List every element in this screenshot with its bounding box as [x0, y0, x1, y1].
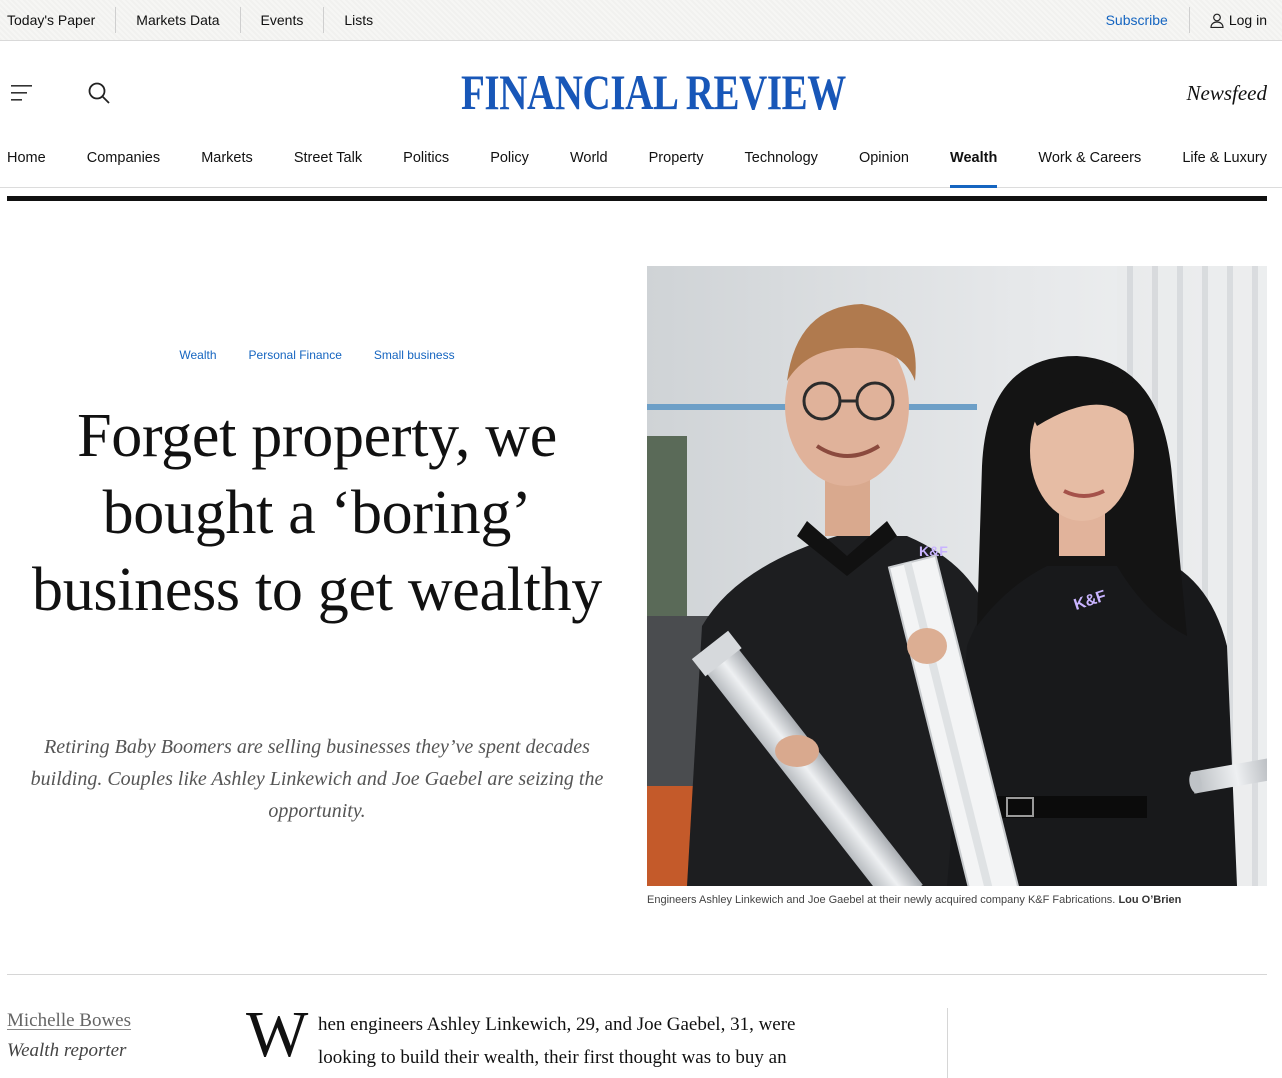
body-line: looking to build their wealth, their fir…	[318, 1047, 787, 1068]
login-button[interactable]: Log in	[1190, 12, 1267, 28]
events-link[interactable]: Events	[241, 7, 325, 33]
nav-item-property[interactable]: Property	[649, 145, 704, 188]
main-nav: Home Companies Markets Street Talk Polit…	[0, 145, 1282, 188]
article-headline: Forget property, we bought a ‘boring’ bu…	[32, 402, 602, 624]
article-body: hen engineers Ashley Linkewich, 29, and …	[318, 1008, 838, 1074]
drop-cap: W	[246, 998, 309, 1071]
sidebar-divider	[947, 1008, 948, 1078]
image-caption: Engineers Ashley Linkewich and Joe Gaebe…	[647, 894, 1267, 906]
nav-item-work-careers[interactable]: Work & Careers	[1038, 145, 1141, 188]
nav-item-technology[interactable]: Technology	[745, 145, 818, 188]
body-line: hen engineers Ashley Linkewich, 29, and …	[318, 1014, 796, 1035]
masthead: FINANCIAL REVIEW Newsfeed	[0, 41, 1282, 145]
article-tags: Wealth Personal Finance Small business	[0, 348, 634, 362]
login-label: Log in	[1228, 12, 1267, 28]
hero-photo-illustration: K&F K&F	[647, 266, 1267, 886]
tag-personal-finance[interactable]: Personal Finance	[249, 348, 342, 362]
todays-paper-link[interactable]: Today's Paper	[7, 7, 117, 33]
hero-image[interactable]: K&F K&F	[647, 266, 1267, 886]
subscribe-link[interactable]: Subscribe	[1106, 7, 1190, 33]
nav-item-policy[interactable]: Policy	[490, 145, 529, 188]
utility-bar: Today's Paper Markets Data Events Lists …	[0, 0, 1282, 41]
account-area: Subscribe Log in	[1106, 0, 1267, 40]
lists-link[interactable]: Lists	[324, 7, 393, 33]
nav-item-opinion[interactable]: Opinion	[859, 145, 909, 188]
author-role: Wealth reporter	[7, 1040, 127, 1061]
nav-item-wealth[interactable]: Wealth	[950, 145, 998, 188]
tag-wealth[interactable]: Wealth	[179, 348, 216, 362]
user-icon	[1210, 13, 1224, 28]
article-divider	[7, 974, 1267, 975]
article-standfirst: Retiring Baby Boomers are selling busine…	[30, 736, 604, 822]
nav-item-politics[interactable]: Politics	[403, 145, 449, 188]
nav-item-life-luxury[interactable]: Life & Luxury	[1182, 145, 1267, 188]
nav-item-world[interactable]: World	[570, 145, 608, 188]
nav-item-companies[interactable]: Companies	[87, 145, 160, 188]
photo-credit: Lou O’Brien	[1118, 894, 1182, 906]
newsfeed-link[interactable]: Newsfeed	[1187, 81, 1267, 106]
search-icon[interactable]	[87, 81, 111, 105]
author-name[interactable]: Michelle Bowes	[7, 1010, 131, 1032]
nav-item-home[interactable]: Home	[7, 145, 46, 188]
nav-item-street-talk[interactable]: Street Talk	[294, 145, 362, 188]
utility-links: Today's Paper Markets Data Events Lists	[7, 0, 393, 40]
menu-icon[interactable]	[11, 84, 33, 102]
caption-text: Engineers Ashley Linkewich and Joe Gaebe…	[647, 894, 1116, 906]
markets-data-link[interactable]: Markets Data	[116, 7, 241, 33]
nav-item-markets[interactable]: Markets	[201, 145, 253, 188]
section-divider	[7, 196, 1267, 201]
site-logo[interactable]: FINANCIAL REVIEW	[461, 66, 846, 118]
tag-small-business[interactable]: Small business	[374, 348, 455, 362]
